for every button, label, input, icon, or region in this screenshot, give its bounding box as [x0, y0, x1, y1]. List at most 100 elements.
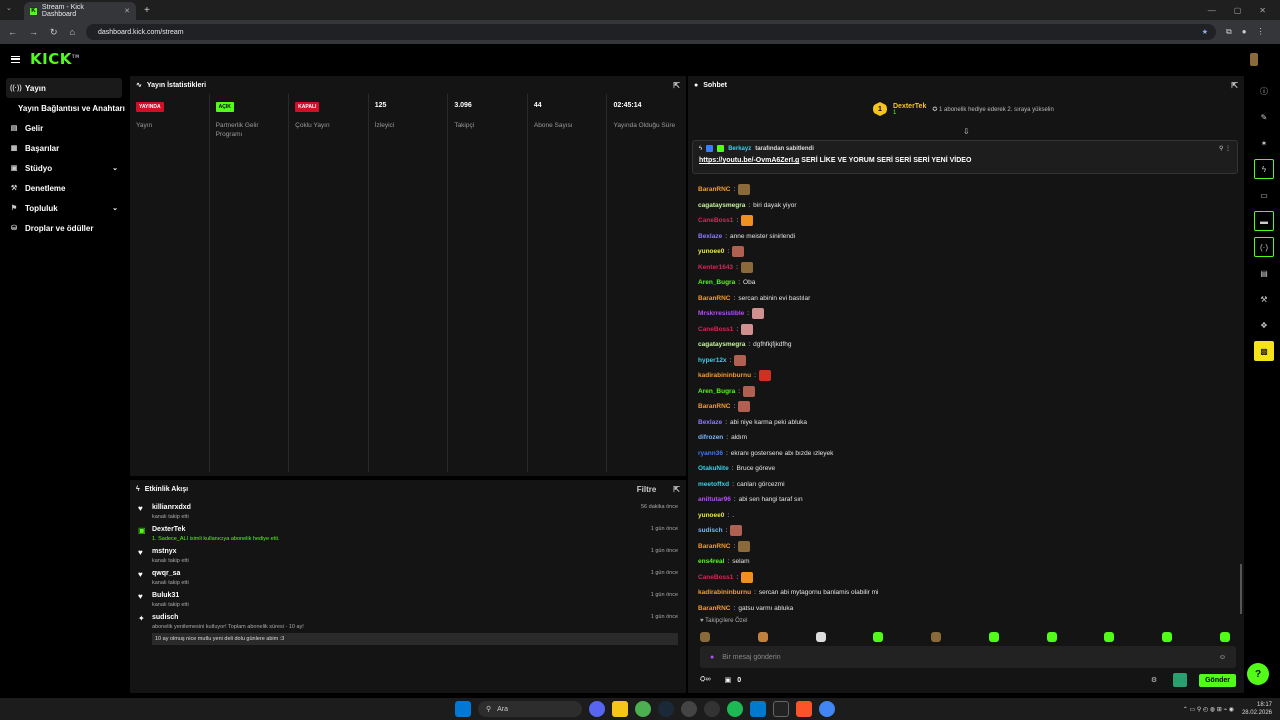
app-icon[interactable] [773, 701, 789, 717]
chat-message[interactable]: ryann36: ekranı gostersene abı bızde ızle… [698, 446, 1238, 462]
file-explorer-icon[interactable] [612, 701, 628, 717]
chat-username[interactable]: kadirabininburnu [698, 589, 751, 596]
event-item[interactable]: ♥ mstnyx kanalı takip etti 1 gün önce [130, 548, 686, 564]
chat-username[interactable]: sudisch [698, 527, 723, 534]
kick-emote-button[interactable] [1173, 673, 1188, 687]
chat-username[interactable]: kadirabininburnu [698, 372, 751, 379]
emote-icon[interactable] [1219, 632, 1230, 642]
menu-icon[interactable] [11, 55, 20, 63]
stream-points-icon[interactable]: ⛭∞ [700, 676, 711, 684]
chat-username[interactable]: BaranRNC [698, 543, 731, 550]
chat-username[interactable]: yunoee0 [698, 512, 724, 519]
chat-message[interactable]: yunoee0:. [698, 508, 1238, 524]
discord-icon[interactable] [589, 701, 605, 717]
emoji-icon[interactable]: ☺ [1219, 654, 1226, 661]
chat-username[interactable]: cagataysmegra [698, 341, 745, 348]
scrollbar[interactable] [1240, 564, 1242, 614]
event-item[interactable]: ✦ sudisch abonelik yenilemesini kutluyor! … [130, 614, 686, 645]
chat-username[interactable]: Bexlaze [698, 233, 722, 240]
chat-username[interactable]: OtakuNite [698, 465, 729, 472]
app-icon[interactable] [681, 701, 697, 717]
chat-username[interactable]: Aren_Bugra [698, 279, 735, 286]
emote-icon[interactable] [1104, 632, 1115, 642]
chat-username[interactable]: BaranRNC [698, 605, 731, 612]
event-item[interactable]: ♥ qwqr_sa kanalı takip etti 1 gün önce [130, 570, 686, 586]
chat-username[interactable]: difrozen [698, 434, 723, 441]
chat-username[interactable]: ens4real [698, 558, 724, 565]
chat-message[interactable]: CaneBoss1: [698, 322, 1238, 338]
chat-message[interactable]: Aren_Bugra: [698, 384, 1238, 400]
bookmark-star-icon[interactable]: ★ [1202, 28, 1208, 36]
chrome-icon[interactable] [819, 701, 835, 717]
chat-message[interactable]: BaranRNC: [698, 399, 1238, 415]
obs-icon[interactable] [704, 701, 720, 717]
chat-username[interactable]: CaneBoss1 [698, 326, 733, 333]
chat-icon[interactable]: ▬ [1254, 211, 1274, 231]
mic-icon[interactable]: ● [710, 654, 714, 661]
pin-icon[interactable]: ⚲ ⋮ [1219, 145, 1231, 152]
steam-icon[interactable] [658, 701, 674, 717]
emote-icon[interactable] [931, 632, 942, 642]
chat-message[interactable]: meetoffxd: canları görcezmi [698, 477, 1238, 493]
info-icon[interactable]: ⓘ [1254, 81, 1274, 101]
chat-input[interactable]: ● Bir mesaj gönderin ☺ [700, 646, 1236, 668]
event-user[interactable]: killianrxdxd [152, 504, 680, 511]
chat-message[interactable]: cagataysmegra: biri dayak yiyor [698, 198, 1238, 214]
close-window-icon[interactable]: ✕ [1259, 6, 1266, 15]
chat-username[interactable]: Aren_Bugra [698, 388, 735, 395]
sub-gift-leader[interactable]: 1 DexterTek 1 ✪ 1 abonelik hediye ederek … [873, 102, 1054, 116]
chat-message[interactable]: BaranRNC: gatsu varmı abluka [698, 601, 1238, 617]
chat-message[interactable]: yunoee0: [698, 244, 1238, 260]
popout-icon[interactable]: ⇱ [673, 81, 680, 90]
minimize-icon[interactable]: — [1208, 6, 1216, 15]
chat-message[interactable]: cagataysmegra: dgfhfkjfjkdfhg [698, 337, 1238, 353]
new-tab-icon[interactable]: + [144, 5, 150, 16]
chat-message[interactable]: BaranRNC: [698, 539, 1238, 555]
tray-icons[interactable]: ⌃ ▭ ⚲ ◴ ◍ ⊞ ⌁ ◉ [1183, 706, 1234, 713]
reload-icon[interactable]: ↻ [50, 27, 58, 38]
chat-message[interactable]: difrozen: aldım [698, 430, 1238, 446]
chat-username[interactable]: yunoee0 [698, 248, 724, 255]
home-icon[interactable]: ⌂ [70, 27, 75, 38]
broadcast-icon[interactable]: (·) [1254, 237, 1274, 257]
chat-username[interactable]: BaranRNC [698, 295, 731, 302]
event-user[interactable]: sudisch [152, 614, 680, 621]
emote-icon[interactable] [700, 632, 710, 642]
sidebar-item-topluluk[interactable]: ⚑ Topluluk ⌄ [0, 198, 128, 218]
sidebar-item-denetleme[interactable]: ⚒ Denetleme [0, 178, 128, 198]
chat-username[interactable]: CaneBoss1 [698, 217, 733, 224]
emote-icon[interactable] [988, 632, 999, 642]
extensions-icon[interactable]: ⧉ [1226, 27, 1232, 37]
chat-message[interactable]: BaranRNC: [698, 182, 1238, 198]
chat-message[interactable]: hyper12x: [698, 353, 1238, 369]
chat-username[interactable]: aniltutar96 [698, 496, 731, 503]
event-item[interactable]: ♥ killianrxdxd kanalı takip etti 56 dakika … [130, 504, 686, 520]
wrench-icon[interactable]: ⚒ [1254, 289, 1274, 309]
chat-username[interactable]: Bexlaze [698, 419, 722, 426]
filter-button[interactable]: Filtre [637, 485, 657, 494]
emote-icon[interactable] [873, 632, 884, 642]
chat-message[interactable]: aniltutar96: abi sen hangi taraf sın [698, 492, 1238, 508]
settings-gear-icon[interactable]: ⚙ [1151, 676, 1157, 684]
chat-message[interactable]: Bexlaze: anne meister sinirlendi [698, 229, 1238, 245]
sidebar-item-yayin[interactable]: ((·)) Yayın [6, 78, 122, 98]
popout-icon[interactable]: ⇱ [1231, 81, 1238, 90]
vscode-icon[interactable] [750, 701, 766, 717]
chat-message[interactable]: Kenter1643: [698, 260, 1238, 276]
puzzle-icon[interactable]: ✥ [1254, 315, 1274, 335]
browser-tab[interactable]: K Stream - Kick Dashboard ✕ [24, 2, 136, 20]
event-user[interactable]: mstnyx [152, 548, 680, 555]
event-item[interactable]: ▣ DexterTek 1. Sadece_ALI isimli kullanıcı… [130, 526, 686, 542]
user-avatar[interactable] [1250, 53, 1258, 66]
tab-search-icon[interactable]: ⌄ [6, 4, 12, 12]
send-button[interactable]: Gönder [1199, 673, 1236, 687]
spotify-icon[interactable] [727, 701, 743, 717]
gift-icon[interactable]: ▣ [725, 676, 732, 684]
chat-message[interactable]: ens4real: selam [698, 554, 1238, 570]
profile-avatar[interactable]: ● [1242, 27, 1247, 37]
chat-message[interactable]: kadirabininburnu: sercan abi mytagornu ba… [698, 585, 1238, 601]
edit-icon[interactable]: ✎ [1254, 107, 1274, 127]
sidebar-item-studyo[interactable]: ▣ Stüdyo ⌄ [0, 158, 128, 178]
event-item[interactable]: ♥ Buluk31 kanalı takip etti 1 gün önce [130, 592, 686, 608]
chat-message[interactable]: Mrskrresistible: [698, 306, 1238, 322]
